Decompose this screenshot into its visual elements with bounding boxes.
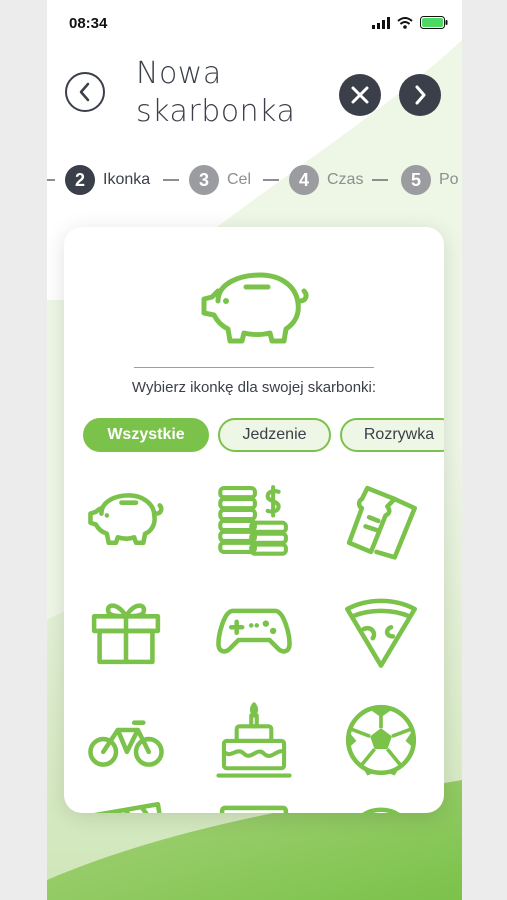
icon-option-clapperboard[interactable]	[81, 793, 171, 813]
signal-icon	[372, 16, 390, 29]
battery-icon	[420, 16, 448, 29]
icon-option-gamepad[interactable]	[209, 585, 299, 675]
category-chips: Wszystkie Jedzenie Rozrywka	[83, 418, 444, 454]
back-button[interactable]	[65, 72, 105, 112]
header: Nowa skarbonka	[47, 50, 462, 150]
icon-option-ball[interactable]	[336, 793, 426, 813]
step-connector	[163, 179, 179, 181]
icon-option-bicycle[interactable]	[81, 695, 171, 785]
icon-picker-card: Wybierz ikonkę dla swojej skarbonki: Wsz…	[64, 227, 444, 813]
icon-option-pizza[interactable]	[336, 585, 426, 675]
step-time[interactable]: 4 Czas	[289, 163, 363, 197]
step-connector	[263, 179, 279, 181]
step-connector	[47, 179, 55, 181]
frame-icon	[219, 805, 289, 813]
icon-option-soccer-ball[interactable]	[336, 695, 426, 785]
bicycle-icon	[88, 720, 164, 767]
phone-screen: 08:34 Nowa skarbonka 2 Ikonka 3 Cel 4 Cz…	[47, 0, 462, 900]
chip-entertainment[interactable]: Rozrywka	[340, 418, 444, 452]
gift-icon	[91, 603, 161, 665]
step-label: Ikonka	[103, 171, 151, 188]
cake-icon	[216, 702, 292, 778]
coins-icon	[218, 485, 288, 556]
status-time: 08:34	[69, 15, 108, 32]
icon-option-piggy-bank[interactable]	[81, 475, 171, 565]
step-number: 2	[65, 165, 95, 195]
page-title-line2: skarbonka	[136, 94, 296, 129]
step-label: Po	[439, 171, 459, 188]
chip-all[interactable]: Wszystkie	[83, 418, 209, 452]
step-connector	[372, 179, 388, 181]
icon-prompt: Wybierz ikonkę dla swojej skarbonki:	[131, 379, 377, 396]
step-label: Czas	[327, 171, 364, 188]
page-title-line1: Nowa	[136, 56, 222, 91]
step-number: 3	[189, 165, 219, 195]
step-number: 5	[401, 165, 431, 195]
chevron-right-icon	[415, 85, 426, 105]
icon-option-tickets[interactable]	[336, 475, 426, 565]
gamepad-icon	[216, 608, 292, 654]
ball-icon	[362, 807, 400, 813]
pizza-icon	[345, 598, 417, 668]
wifi-icon	[397, 16, 413, 29]
icon-option-cake[interactable]	[209, 695, 299, 785]
step-icon[interactable]: 2 Ikonka	[65, 163, 150, 197]
icon-grid	[64, 475, 444, 813]
stepper: 2 Ikonka 3 Cel 4 Czas 5 Po	[47, 163, 462, 197]
icon-option-frame[interactable]	[209, 793, 299, 813]
chip-food[interactable]: Jedzenie	[218, 418, 331, 452]
icon-option-gift[interactable]	[81, 585, 171, 675]
close-icon	[351, 86, 369, 104]
step-label: Cel	[227, 171, 252, 188]
status-bar: 08:34	[47, 0, 462, 46]
close-button[interactable]	[339, 74, 381, 116]
piggy-bank-icon	[88, 493, 164, 546]
clapperboard-icon	[93, 802, 162, 813]
soccer-ball-icon	[345, 704, 417, 776]
divider	[134, 367, 374, 368]
step-summary[interactable]: 5 Po	[401, 163, 459, 197]
page-title: Nowa skarbonka	[136, 55, 295, 131]
next-button[interactable]	[399, 74, 441, 116]
step-number: 4	[289, 165, 319, 195]
selected-piggy-bank-icon	[201, 272, 309, 344]
chevron-left-icon	[79, 82, 90, 102]
step-goal[interactable]: 3 Cel	[189, 163, 251, 197]
icon-option-coins[interactable]	[209, 475, 299, 565]
tickets-icon	[346, 485, 417, 560]
status-icons	[372, 16, 448, 29]
